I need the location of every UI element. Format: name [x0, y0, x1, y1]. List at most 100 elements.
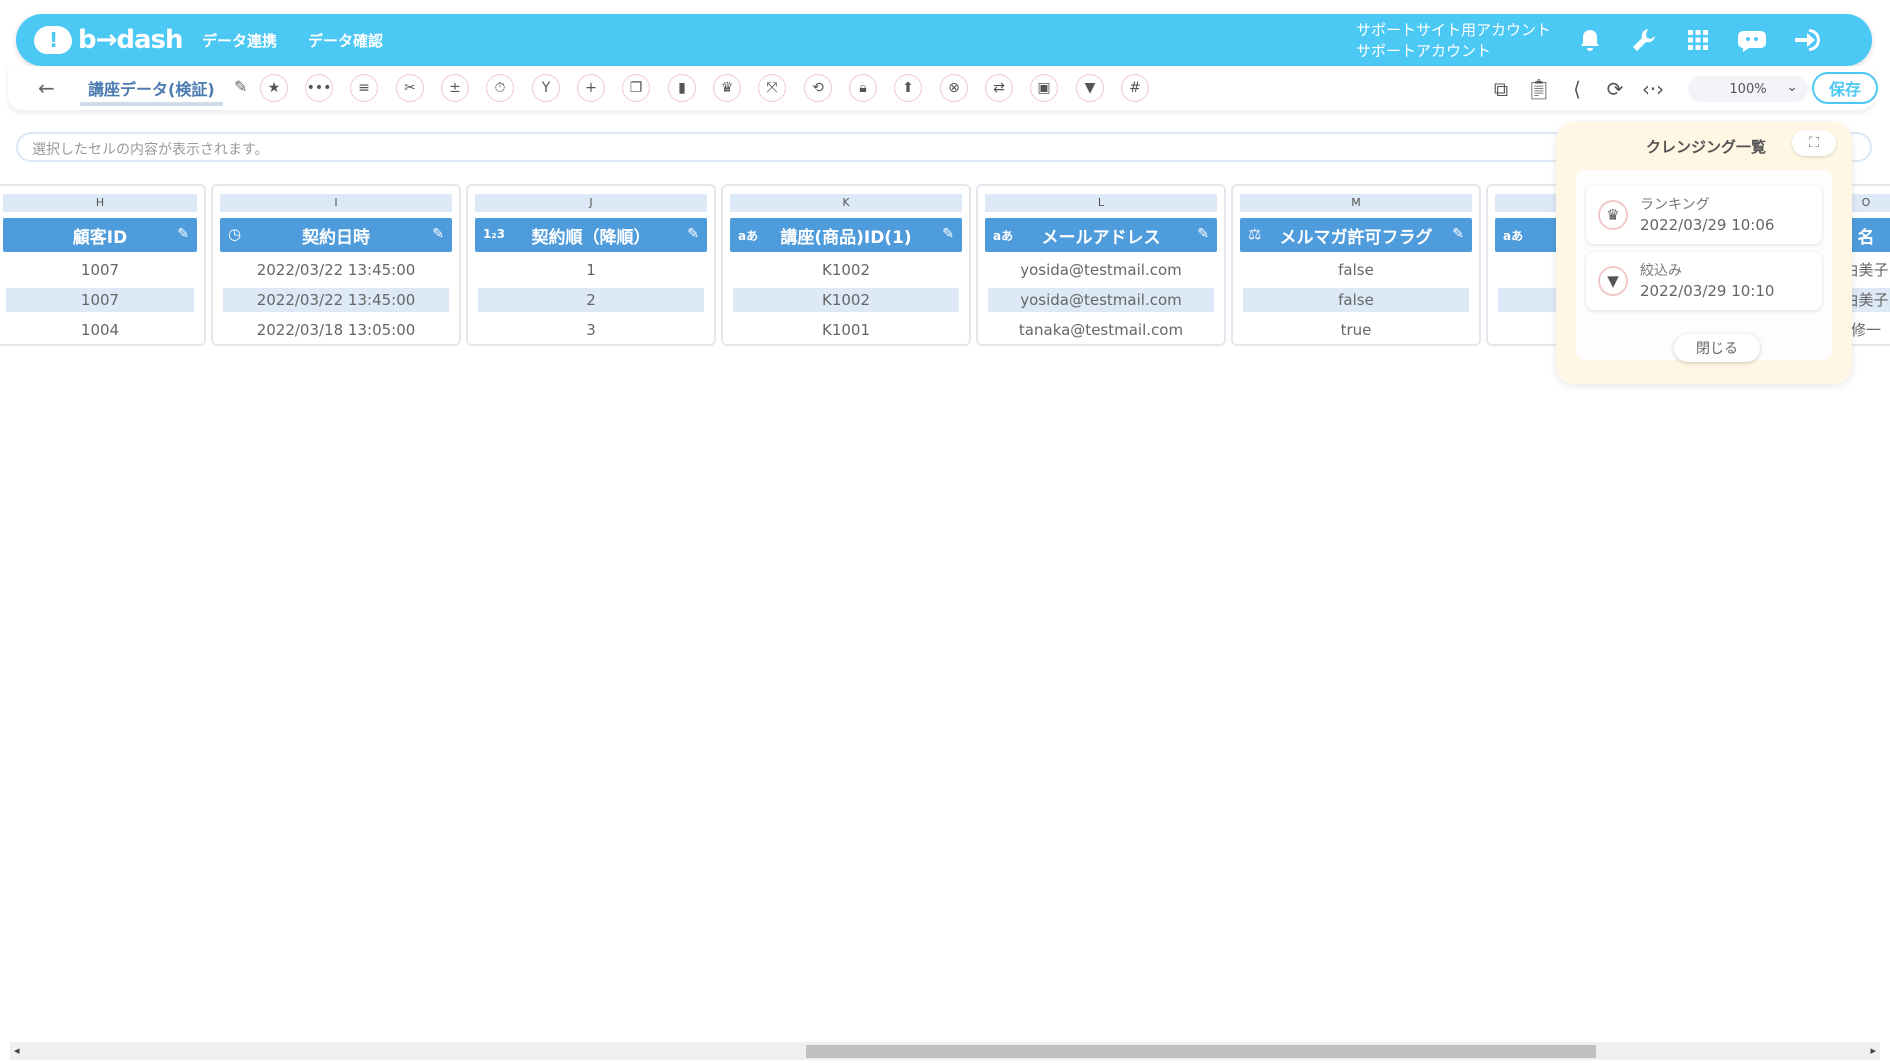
table-cell[interactable]: true	[1243, 318, 1469, 342]
crown-icon[interactable]: ♛	[713, 74, 741, 102]
column-header-label: メールアドレス	[1041, 227, 1161, 248]
nav-data-link[interactable]: データ連携	[202, 30, 277, 51]
account-name: サポートサイト用アカウント	[1356, 21, 1552, 39]
logo-text: b→dash	[78, 25, 184, 55]
cancel-circle-icon[interactable]: ⊗	[940, 74, 968, 102]
table-cell[interactable]: false	[1243, 258, 1469, 282]
history-item-name: ランキング	[1640, 197, 1710, 213]
hash-icon[interactable]: #	[1121, 74, 1149, 102]
column-header[interactable]: aあ 講座(商品)ID(1) ✎	[730, 218, 962, 252]
add-column-icon[interactable]: +	[577, 74, 605, 102]
calc-icon[interactable]: ±	[441, 74, 469, 102]
edit-pencil-icon[interactable]: ✎	[1197, 226, 1209, 242]
account-info[interactable]: サポートサイト用アカウント サポートアカウント	[1356, 20, 1551, 62]
zoom-select[interactable]: 100% ⌄	[1688, 76, 1808, 102]
table-cell[interactable]: yosida@testmail.com	[988, 258, 1214, 282]
number-type-icon: 1₂3	[483, 227, 505, 241]
column-header[interactable]: ⚖ メルマガ許可フラグ ✎	[1240, 218, 1472, 252]
edit-pencil-icon[interactable]: ✎	[177, 226, 189, 242]
history-item-ranking[interactable]: ♛ ランキング 2022/03/29 10:06	[1586, 186, 1822, 244]
text-type-icon: aあ	[738, 229, 759, 243]
lines-icon[interactable]: ≡	[350, 74, 378, 102]
column-letter: K	[730, 194, 962, 212]
lock-icon[interactable]: 🔒︎	[849, 74, 877, 102]
save-button[interactable]: 保存	[1812, 72, 1878, 104]
table-cell[interactable]: K1002	[733, 288, 959, 312]
filter-icon[interactable]: ▼	[1076, 74, 1104, 102]
history-item-name: 絞込み	[1640, 263, 1682, 279]
timer-icon[interactable]: ⏱	[486, 74, 514, 102]
logout-icon[interactable]	[1790, 22, 1826, 58]
scrollbar-thumb[interactable]	[806, 1045, 1596, 1058]
apps-grid-icon[interactable]	[1680, 22, 1716, 58]
edit-pencil-icon[interactable]: ✎	[687, 226, 699, 242]
column-header[interactable]: 1₂3 契約順（降順） ✎	[475, 218, 707, 252]
table-cell[interactable]: false	[1243, 288, 1469, 312]
title-edit-icon[interactable]: ✎	[234, 77, 247, 96]
expand-icon[interactable]: ⛶	[1792, 130, 1836, 156]
copy-icon[interactable]: ❐	[622, 74, 650, 102]
frame-icon[interactable]: ▣	[1030, 74, 1058, 102]
table-cell[interactable]: K1001	[733, 318, 959, 342]
split-column-icon[interactable]: ✂	[396, 74, 424, 102]
column-header[interactable]: ◷ 契約日時 ✎	[220, 218, 452, 252]
bdash-logo[interactable]: b→dash	[34, 24, 184, 56]
column-h[interactable]: H 顧客ID ✎ 1007 1007 1004	[0, 184, 206, 346]
column-j[interactable]: J 1₂3 契約順（降順） ✎ 1 2 3	[466, 184, 716, 346]
horizontal-scrollbar[interactable]: ◂ ▸	[10, 1042, 1880, 1060]
text-type-icon: aあ	[1503, 229, 1524, 243]
wrench-icon[interactable]	[1626, 22, 1662, 58]
table-cell[interactable]: 1007	[6, 258, 194, 282]
edit-pencil-icon[interactable]: ✎	[942, 226, 954, 242]
table-cell[interactable]: 2	[478, 288, 704, 312]
refresh-doc-icon[interactable]: ⟳	[1600, 74, 1630, 104]
scroll-right-arrow-icon[interactable]: ▸	[1870, 1044, 1876, 1057]
table-cell[interactable]: tanaka@testmail.com	[988, 318, 1214, 342]
trash-icon[interactable]: ▮	[668, 74, 696, 102]
table-cell[interactable]: K1002	[733, 258, 959, 282]
table-cell[interactable]: 3	[478, 318, 704, 342]
merge-icon[interactable]: Y	[532, 74, 560, 102]
column-m[interactable]: M ⚖ メルマガ許可フラグ ✎ false false true	[1231, 184, 1481, 346]
table-cell[interactable]: 1	[478, 258, 704, 282]
column-k[interactable]: K aあ 講座(商品)ID(1) ✎ K1002 K1002 K1001	[721, 184, 971, 346]
table-cell[interactable]: 1007	[6, 288, 194, 312]
edit-pencil-icon[interactable]: ✎	[1452, 226, 1464, 242]
column-header[interactable]: aあ メールアドレス ✎	[985, 218, 1217, 252]
history-item-filter[interactable]: ▼ 絞込み 2022/03/29 10:10	[1586, 252, 1822, 310]
export-box-icon[interactable]: ⬆	[894, 74, 922, 102]
star-icon[interactable]: ★	[260, 74, 288, 102]
column-header-label: 講座(商品)ID(1)	[780, 227, 912, 248]
share-icon[interactable]: ⟨	[1562, 74, 1592, 104]
support-bot-icon[interactable]	[1734, 22, 1770, 58]
column-i[interactable]: I ◷ 契約日時 ✎ 2022/03/22 13:45:00 2022/03/2…	[211, 184, 461, 346]
replace-icon[interactable]: ⇄	[985, 74, 1013, 102]
flow-icon[interactable]: ⧉	[1486, 74, 1516, 104]
table-cell[interactable]: 1004	[6, 318, 194, 342]
table-cell[interactable]: 2022/03/22 13:45:00	[223, 258, 449, 282]
compress-icon[interactable]: ⤧	[758, 74, 786, 102]
edit-pencil-icon[interactable]: ✎	[432, 226, 444, 242]
table-cell[interactable]: 2022/03/22 13:45:00	[223, 288, 449, 312]
history-list: ♛ ランキング 2022/03/29 10:06 ▼ 絞込み 2022/03/2…	[1576, 170, 1832, 362]
column-header-label: 名	[1857, 227, 1875, 248]
logo-cloud-icon	[34, 26, 72, 54]
bell-icon[interactable]	[1572, 22, 1608, 58]
table-cell[interactable]: 2022/03/18 13:05:00	[223, 318, 449, 342]
clipboard-icon[interactable]: 📋︎	[1524, 74, 1554, 104]
column-header[interactable]: 顧客ID ✎	[3, 218, 197, 252]
code-icon[interactable]: ‹·›	[1638, 74, 1668, 104]
account-role: サポートアカウント	[1356, 42, 1492, 60]
table-cell[interactable]: yosida@testmail.com	[988, 288, 1214, 312]
column-letter: I	[220, 194, 452, 212]
scroll-left-arrow-icon[interactable]: ◂	[14, 1044, 20, 1057]
header-bar: b→dash データ連携 データ確認 サポートサイト用アカウント サポートアカウ…	[16, 14, 1872, 66]
repeat-icon[interactable]: ⟲	[804, 74, 832, 102]
nav-data-check[interactable]: データ確認	[308, 30, 383, 51]
back-arrow-icon[interactable]: ←	[38, 76, 55, 100]
chevron-down-icon: ⌄	[1786, 79, 1798, 95]
column-l[interactable]: L aあ メールアドレス ✎ yosida@testmail.com yosid…	[976, 184, 1226, 346]
more-dots-icon[interactable]: •••	[305, 74, 333, 102]
close-button[interactable]: 閉じる	[1674, 334, 1760, 362]
panel-title: クレンジング一覧	[1646, 138, 1767, 156]
